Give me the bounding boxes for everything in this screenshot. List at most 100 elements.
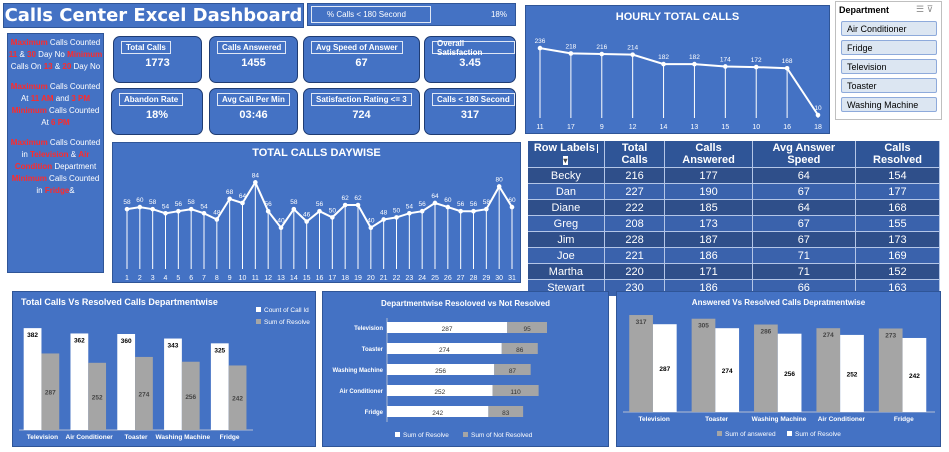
data-point [278,225,284,231]
tick-label: 18 [341,275,349,282]
data-label: 56 [316,201,324,208]
data-label: 252 [434,389,445,396]
tick-label: 15 [303,275,311,282]
data-label: 58 [188,199,196,206]
legend-label: Sum of Resolve [264,319,310,326]
kpi-card-calls-under-180: Calls < 180 Second 317 [424,88,516,135]
pivot-header-label: Total Calls [621,142,648,166]
pivot-cell: Becky [528,167,605,184]
notes-text: Day No [71,62,101,71]
notes-text: & [68,150,79,159]
tick-label: 30 [495,275,503,282]
data-point [188,206,194,212]
notes-text: 13 [43,62,53,71]
slicer-item[interactable]: Fridge [841,40,937,55]
data-label: 87 [509,368,517,375]
tick-label: 14 [290,275,298,282]
pivot-cell: 177 [855,183,941,200]
data-label: 56 [470,201,478,208]
category-label: Air Conditioner [818,416,866,423]
data-point [484,206,489,212]
tick-label: 26 [444,275,452,282]
slicer-item[interactable]: Air Conditioner [841,21,937,36]
pivot-cell: 190 [664,183,753,200]
data-point [227,196,232,202]
data-point [355,202,361,208]
kpi-label: Abandon Rate [119,93,184,106]
pivot-cell: 64 [752,167,856,184]
tick-label: 17 [567,124,575,131]
slicer-header: Department [839,5,890,15]
tick-label: 7 [202,275,206,282]
tick-label: 12 [629,124,637,131]
data-label: 83 [502,410,510,417]
department-slicer[interactable]: Department ☰ ⊽ Air Conditioner Fridge Tele… [835,1,942,120]
pivot-cell: 67 [752,215,856,232]
kpi-label: Avg Speed of Answer [311,41,403,54]
data-label: 48 [213,209,221,216]
slicer-item[interactable]: Washing Machine [841,97,937,112]
data-point [291,206,297,212]
data-label: 287 [442,326,453,333]
notes-block-2: Maximum Calls Counted At 11 AM and 3 PM … [8,81,103,129]
category-label: Washing Machine [155,434,210,441]
notes-text: & [52,62,63,71]
data-label: 50 [329,207,337,214]
notes-text: & [17,50,28,59]
pivot-cell: 187 [664,231,753,248]
pivot-cell: 169 [855,247,941,264]
notes-text: 11 AM [30,94,54,103]
data-label: 273 [885,332,896,339]
pivot-header[interactable]: Row Labels ▾ [528,141,605,168]
multi-select-filter-icon[interactable]: ☰ ⊽ [916,4,938,15]
pivot-header: Total Calls [604,141,666,168]
bar [117,334,136,430]
pivot-cell: Diane [528,199,605,216]
data-label: 58 [483,199,491,206]
tick-label: 2 [138,275,142,282]
data-label: 56 [265,201,273,208]
pivot-cell: 220 [604,263,666,280]
data-label: 40 [277,218,285,225]
tick-label: 14 [660,124,668,131]
pivot-header-label: Calls Resolved [873,142,922,166]
data-label: 305 [698,323,709,330]
notes-text: Television [30,150,69,159]
category-label: Television [639,416,670,423]
bar [754,324,778,412]
data-point [599,51,605,57]
data-point [432,200,438,206]
slicer-item[interactable]: Toaster [841,78,937,93]
kpi-card-total-calls: Total Calls 1773 [113,36,202,83]
legend-label: Sum of Resolve [795,431,841,438]
bar [164,338,182,430]
kpi-card-abandon-rate: Abandon Rate 18% [111,88,203,135]
kpi-label: Total Calls [121,41,171,54]
tick-label: 6 [189,275,193,282]
category-label: Fridge [220,434,240,441]
tick-label: 15 [721,124,729,131]
hourly-chart-svg: 236 11 218 17 216 9 214 12 182 14 182 13 174 15 172 10 1… [535,38,822,131]
data-point [568,51,574,56]
kpi-value: 67 [355,57,368,69]
pivot-header-label: Row Labels [533,142,595,154]
data-point [661,61,666,67]
category-label: Toaster [125,434,148,441]
data-label: 48 [380,209,388,216]
data-label: 325 [214,347,225,354]
tick-label: 9 [600,124,604,131]
data-point [509,204,515,210]
notes-text: Maximum [10,82,48,91]
pct-calls-value: 18% [490,10,507,19]
kpi-card-avg-speed-answer: Avg Speed of Answer 67 [303,36,420,83]
slicer-item[interactable]: Television [841,59,937,74]
notes-text: Maximum [10,138,48,147]
notes-text: Calls On [10,62,44,71]
category-label: Air Conditioner [66,434,114,441]
pivot-cell: Dan [528,183,605,200]
data-label: 56 [419,201,427,208]
data-point [723,64,728,69]
daywise-chart-svg: 58 1 60 2 58 3 54 4 56 5 58 6 54 7 48 8 68 9 64 10 84 11 56 12 4… [123,172,516,282]
pivot-row: Greg 208 173 67 155 [528,215,941,232]
data-point [214,217,220,222]
